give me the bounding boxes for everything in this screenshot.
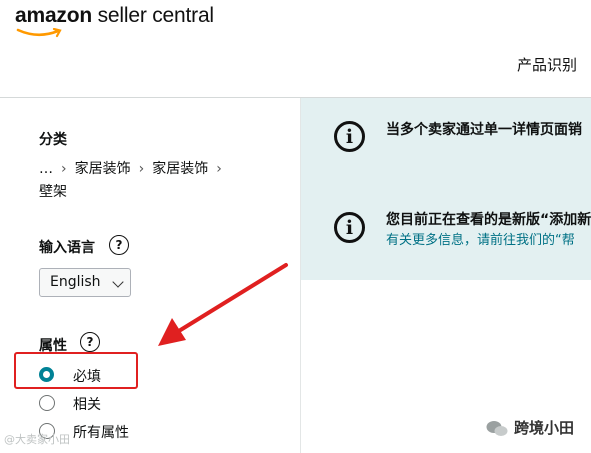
language-select[interactable]: English [39,268,131,297]
radio-label: 所有属性 [73,425,129,441]
alert-message: 当多个卖家通过单一详情页面销 [386,122,582,138]
language-select-value: English [50,274,101,290]
radio-label: 相关 [73,397,101,413]
watermark-right-text: 跨境小田 [514,419,575,437]
logo-rest: seller central [92,4,214,27]
chevron-right-icon: › [216,161,222,177]
help-icon[interactable]: ? [109,235,129,255]
breadcrumb: … › 家居装饰 › 家居装饰 › [39,158,230,178]
help-icon[interactable]: ? [80,332,100,352]
radio-button[interactable] [39,395,55,411]
category-title: 分类 [39,132,67,148]
breadcrumb-item[interactable]: … [39,161,53,177]
annotation-arrow-icon [158,263,288,346]
info-icon: i [334,121,365,152]
amazon-smile-icon [16,28,62,38]
amazon-seller-central-logo[interactable]: amazon seller central [15,4,214,38]
alert-help-link[interactable]: 有关更多信息，请前往我们的“帮 [386,229,575,248]
input-language-title: 输入语言 [39,240,95,256]
wechat-icon [486,420,508,436]
product-identification-link[interactable]: 产品识别 [517,54,577,75]
breadcrumb-item[interactable]: 家居装饰 [75,161,131,177]
chevron-down-icon [112,276,124,288]
watermark-left: @大卖家小田 [4,433,70,446]
annotation-highlight-box [14,352,138,389]
alert-message: 您目前正在查看的是新版“添加新 [386,212,591,228]
chevron-right-icon: › [138,161,145,177]
watermark-right: 跨境小田 [486,417,574,438]
header: amazon seller central 产品识别 [0,0,591,98]
breadcrumb-item[interactable]: 家居装饰 [152,161,208,177]
chevron-right-icon: › [61,161,67,177]
breadcrumb-current: 壁架 [39,184,67,200]
logo-brand: amazon [15,4,92,27]
info-icon: i [334,212,365,243]
